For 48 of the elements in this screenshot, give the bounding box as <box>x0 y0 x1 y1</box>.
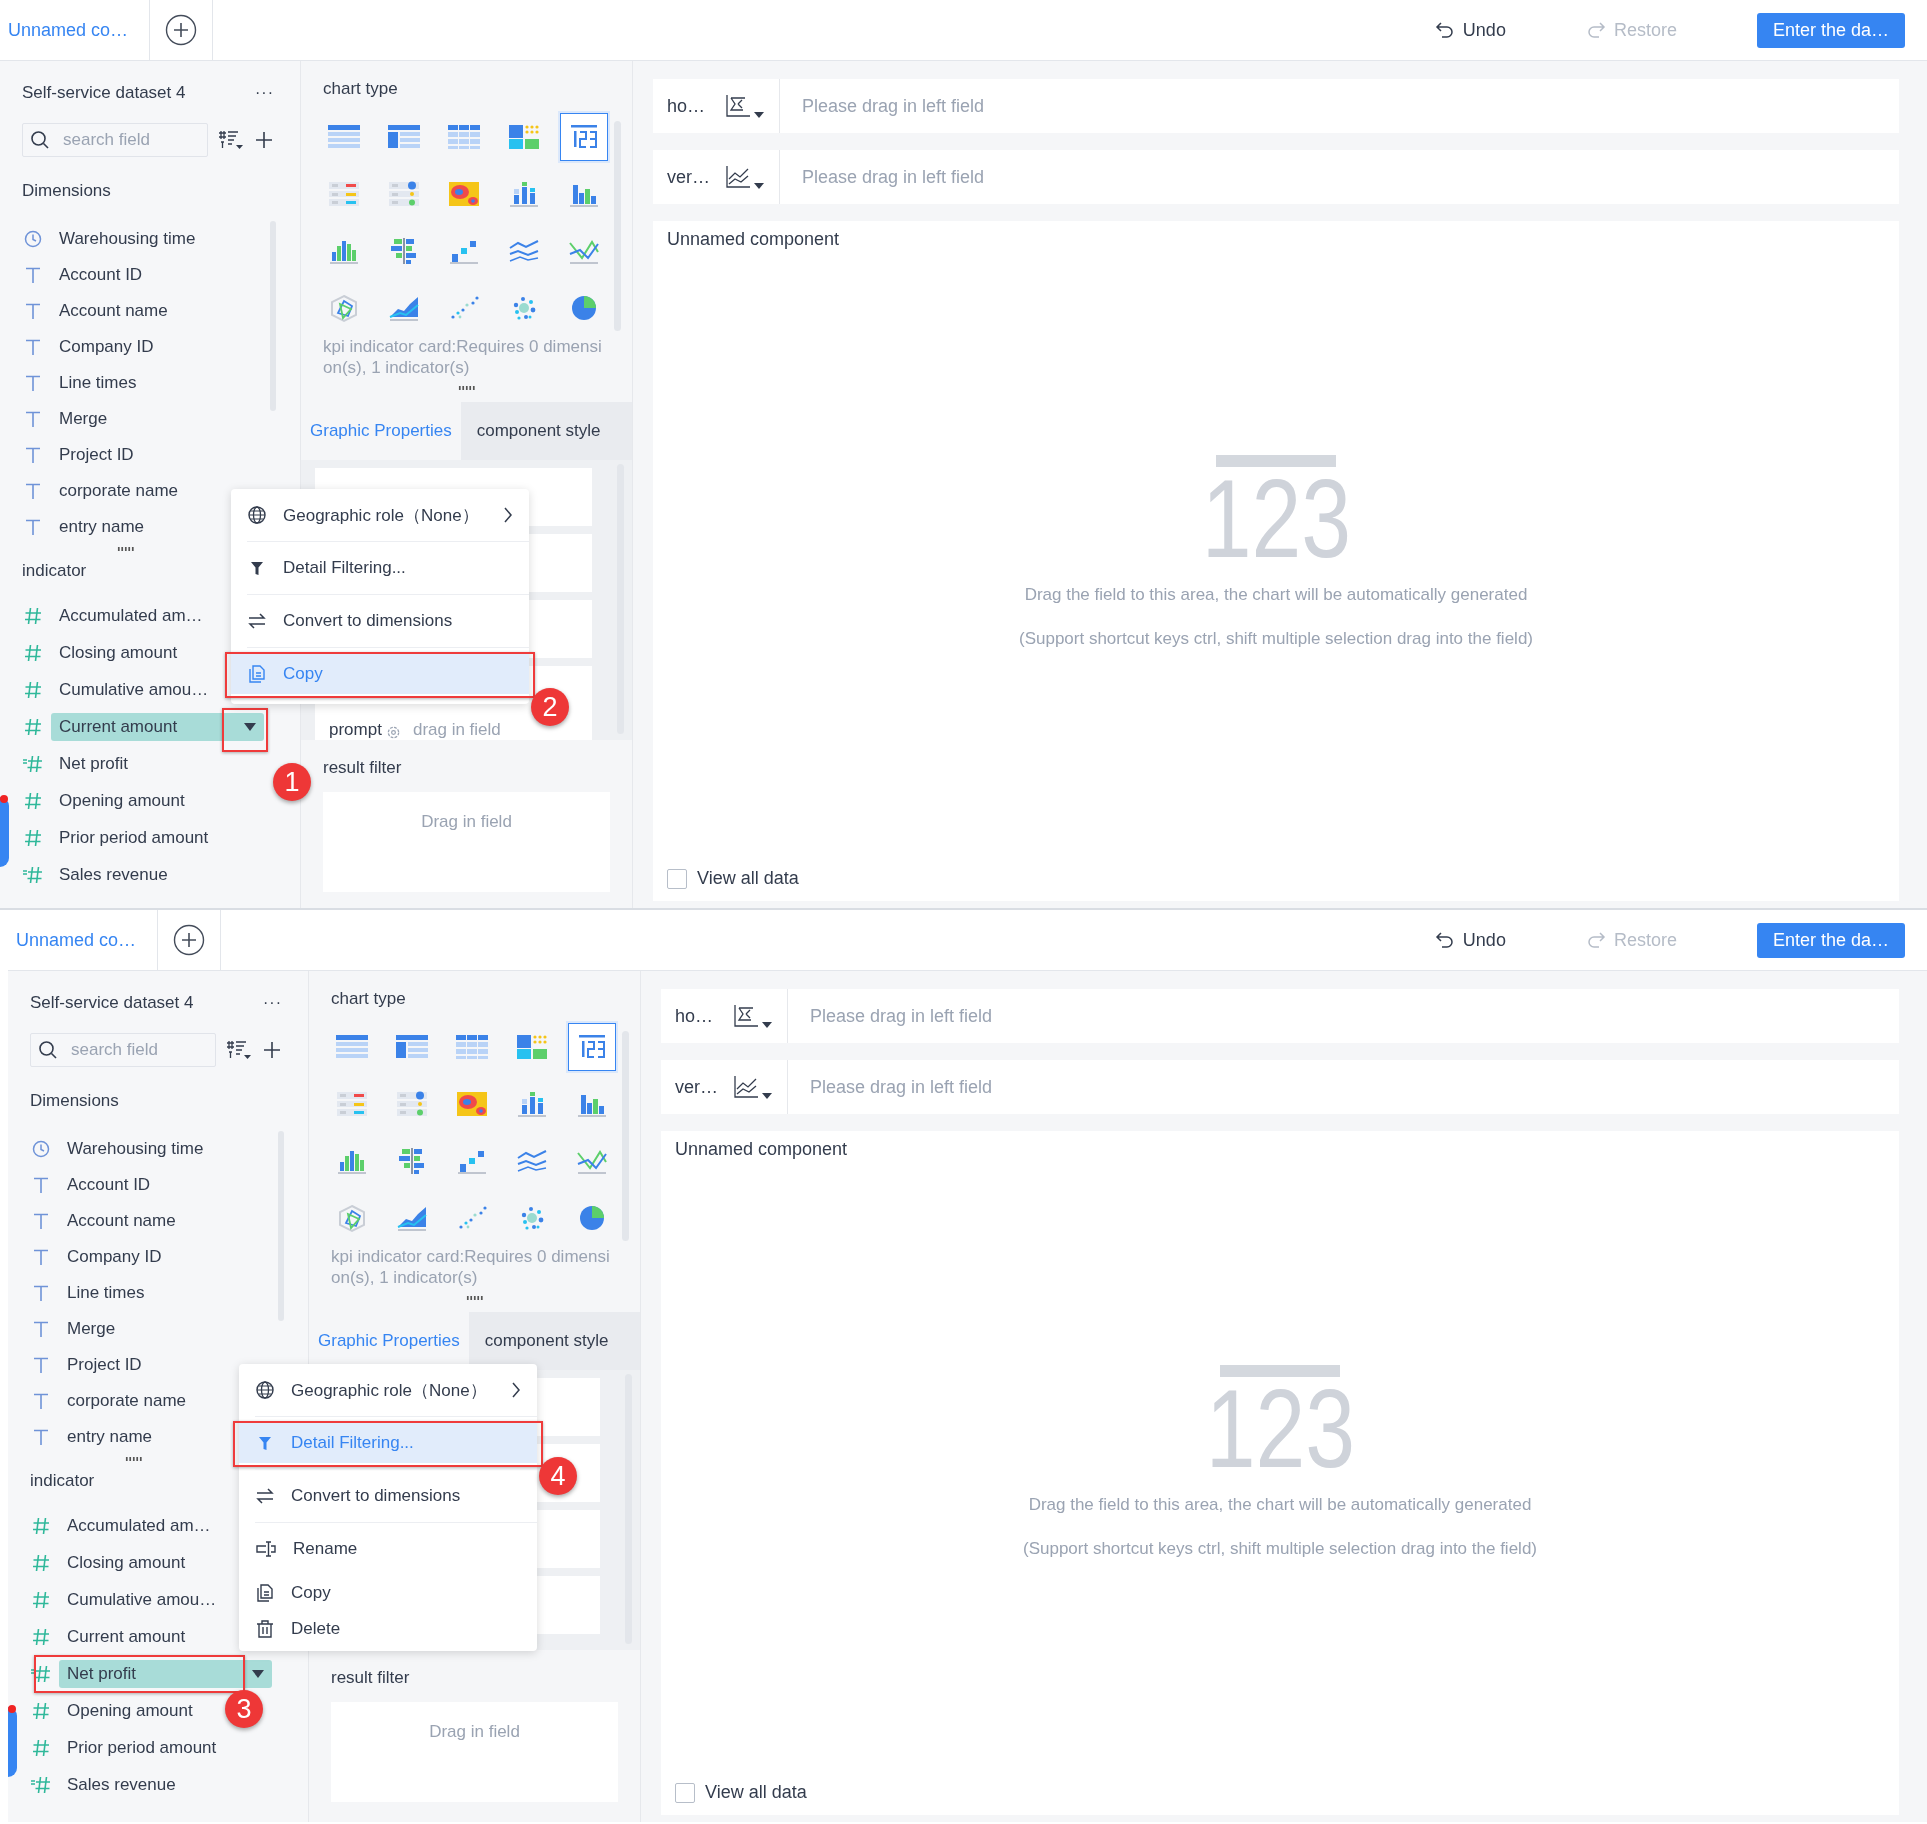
canvas-hint: Drag the field to this area, the chart will be automatically generated <box>1028 1495 1532 1515</box>
field-name: Closing amount <box>67 1552 186 1573</box>
checkbox-label: View all data <box>697 868 799 889</box>
canvas-hint: Drag the field to this area, the chart will be automatically generated <box>1024 585 1528 605</box>
drop-hint: drag in field <box>412 720 501 740</box>
field-name: Accumulated am… <box>59 605 203 626</box>
field-name: Prior period amount <box>59 827 209 848</box>
section-title: indicator <box>22 561 87 582</box>
field-name: Current amount <box>67 1626 186 1647</box>
field-name: Net profit <box>59 753 128 774</box>
field-name: Current amount <box>59 716 178 737</box>
field-name: Sales revenue <box>67 1774 176 1795</box>
canvas-hint: (Support shortcut keys ctrl, shift multiple selection drag into the field) <box>1023 1539 1537 1559</box>
dataset-title: Self-service dataset 4 <box>30 993 194 1013</box>
component-title: Unnamed component <box>666 228 841 250</box>
chart-type-hint: kpi indicator card:Requires 0 dimension(s), 1 indicator(s) <box>322 336 603 378</box>
field-name: Closing amount <box>59 642 178 663</box>
section-title: result filter <box>322 757 403 779</box>
section-title: Dimensions <box>30 1091 119 1112</box>
property-label: prompt <box>329 720 382 740</box>
checkbox-label: View all data <box>705 1782 807 1803</box>
drop-hint: Please drag in left field <box>810 1076 993 1098</box>
axis-label: ver… <box>674 1076 719 1098</box>
field-name: Opening amount <box>59 790 185 811</box>
section-title: Dimensions <box>22 181 111 202</box>
drop-hint: Please drag in left field <box>802 95 985 117</box>
field-name: Cumulative amou… <box>59 679 209 700</box>
dataset-title: Self-service dataset 4 <box>22 83 186 103</box>
component-title: Unnamed component <box>674 1138 849 1160</box>
section-title: indicator <box>30 1471 95 1492</box>
axis-label: ver… <box>666 166 711 188</box>
drop-hint: Please drag in left field <box>802 166 985 188</box>
step-badge: 1 <box>273 763 311 801</box>
drop-hint: Please drag in left field <box>810 1005 993 1027</box>
axis-label: ho… <box>674 1005 715 1027</box>
field-name: Sales revenue <box>59 864 168 885</box>
chart-type-hint: kpi indicator card:Requires 0 dimension(s), 1 indicator(s) <box>330 1246 611 1288</box>
step-badge: 3 <box>225 1690 263 1728</box>
section-title: result filter <box>330 1667 411 1689</box>
field-name: Cumulative amou… <box>67 1589 217 1610</box>
field-name: Opening amount <box>67 1700 193 1721</box>
field-name: Prior period amount <box>67 1737 217 1758</box>
axis-label: ho… <box>666 95 707 117</box>
canvas-hint: (Support shortcut keys ctrl, shift multiple selection drag into the field) <box>1019 629 1533 649</box>
field-name: Net profit <box>67 1663 136 1684</box>
section-title: chart type <box>322 79 399 100</box>
section-title: chart type <box>330 989 407 1010</box>
field-name: Accumulated am… <box>67 1515 211 1536</box>
